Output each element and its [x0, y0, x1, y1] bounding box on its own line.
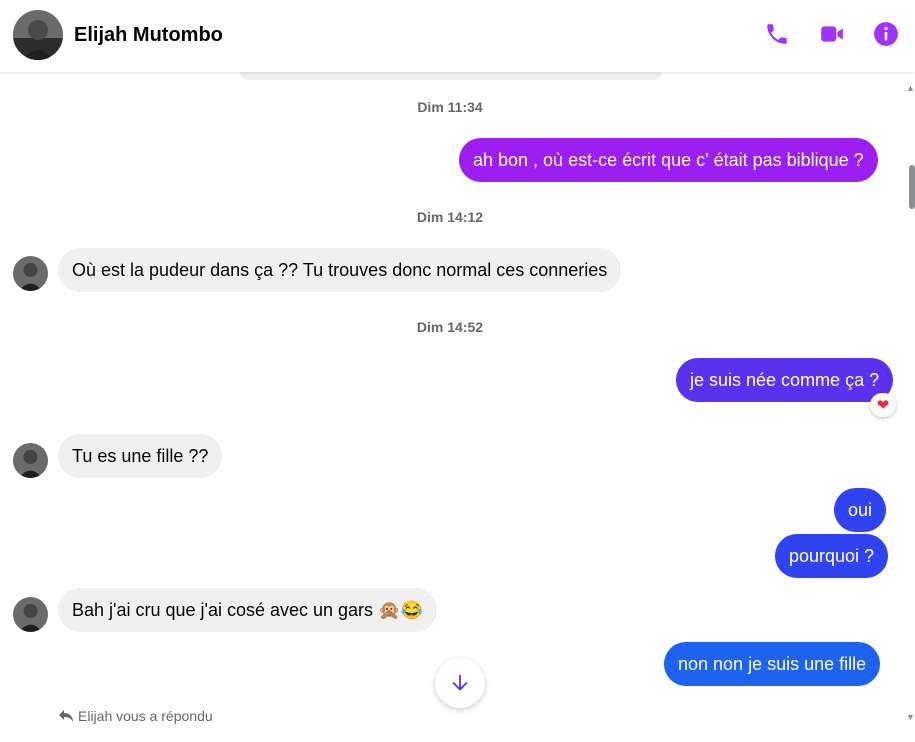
message-text: pourquoi ?	[789, 546, 875, 566]
message-text: ah bon , où est-ce écrit que c' était pa…	[473, 150, 864, 170]
contact-avatar[interactable]	[13, 10, 63, 60]
incoming-message[interactable]: Où est la pudeur dans ça ?? Tu trouves d…	[58, 248, 622, 292]
scroll-down-arrow-icon[interactable]: ▼	[906, 713, 915, 722]
arrow-down-icon	[452, 674, 468, 691]
message-text: Où est la pudeur dans ça ?? Tu trouves d…	[72, 260, 608, 280]
incoming-message[interactable]: Bah j'ai cru que j'ai cosé avec un gars …	[58, 588, 437, 632]
info-icon[interactable]	[873, 21, 899, 47]
scroll-to-bottom-button[interactable]	[435, 658, 485, 708]
scroll-up-arrow-icon[interactable]: ▲	[906, 84, 915, 93]
outgoing-message[interactable]: non non je suis une fille	[664, 642, 881, 686]
heart-reaction-icon[interactable]: ❤	[870, 393, 896, 417]
message-text: Bah j'ai cru que j'ai cosé avec un gars	[72, 600, 374, 620]
timestamp: Dim 14:52	[416, 319, 484, 335]
monkey-laughing-emoji-icon: 🙊😂	[378, 600, 423, 620]
message-text: Tu es une fille ??	[72, 446, 209, 466]
timestamp: Dim 14:12	[416, 209, 484, 225]
conversation-header: Elijah Mutombo	[0, 0, 915, 72]
message-text: oui	[848, 500, 873, 520]
reply-indicator: Elijah vous a répondu	[58, 708, 213, 724]
phone-call-icon[interactable]	[764, 21, 790, 47]
replied-label: Elijah vous a répondu	[78, 708, 213, 724]
video-call-icon[interactable]	[819, 21, 845, 47]
incoming-message[interactable]: Tu es une fille ??	[58, 434, 223, 478]
previous-message-edge	[240, 72, 662, 80]
reply-arrow-icon	[59, 710, 73, 722]
outgoing-message[interactable]: ah bon , où est-ce écrit que c' était pa…	[459, 138, 878, 182]
scrollbar-thumb[interactable]	[909, 165, 915, 209]
message-text: non non je suis une fille	[678, 654, 867, 674]
timestamp: Dim 11:34	[417, 99, 483, 115]
contact-avatar-small[interactable]	[13, 597, 48, 632]
outgoing-message[interactable]: oui	[834, 488, 887, 532]
outgoing-message[interactable]: je suis née comme ça ?	[676, 358, 894, 402]
message-text: je suis née comme ça ?	[690, 370, 880, 390]
contact-avatar-small[interactable]	[13, 443, 48, 478]
contact-name[interactable]: Elijah Mutombo	[74, 24, 223, 47]
contact-avatar-small[interactable]	[13, 256, 48, 291]
outgoing-message[interactable]: pourquoi ?	[775, 534, 889, 578]
